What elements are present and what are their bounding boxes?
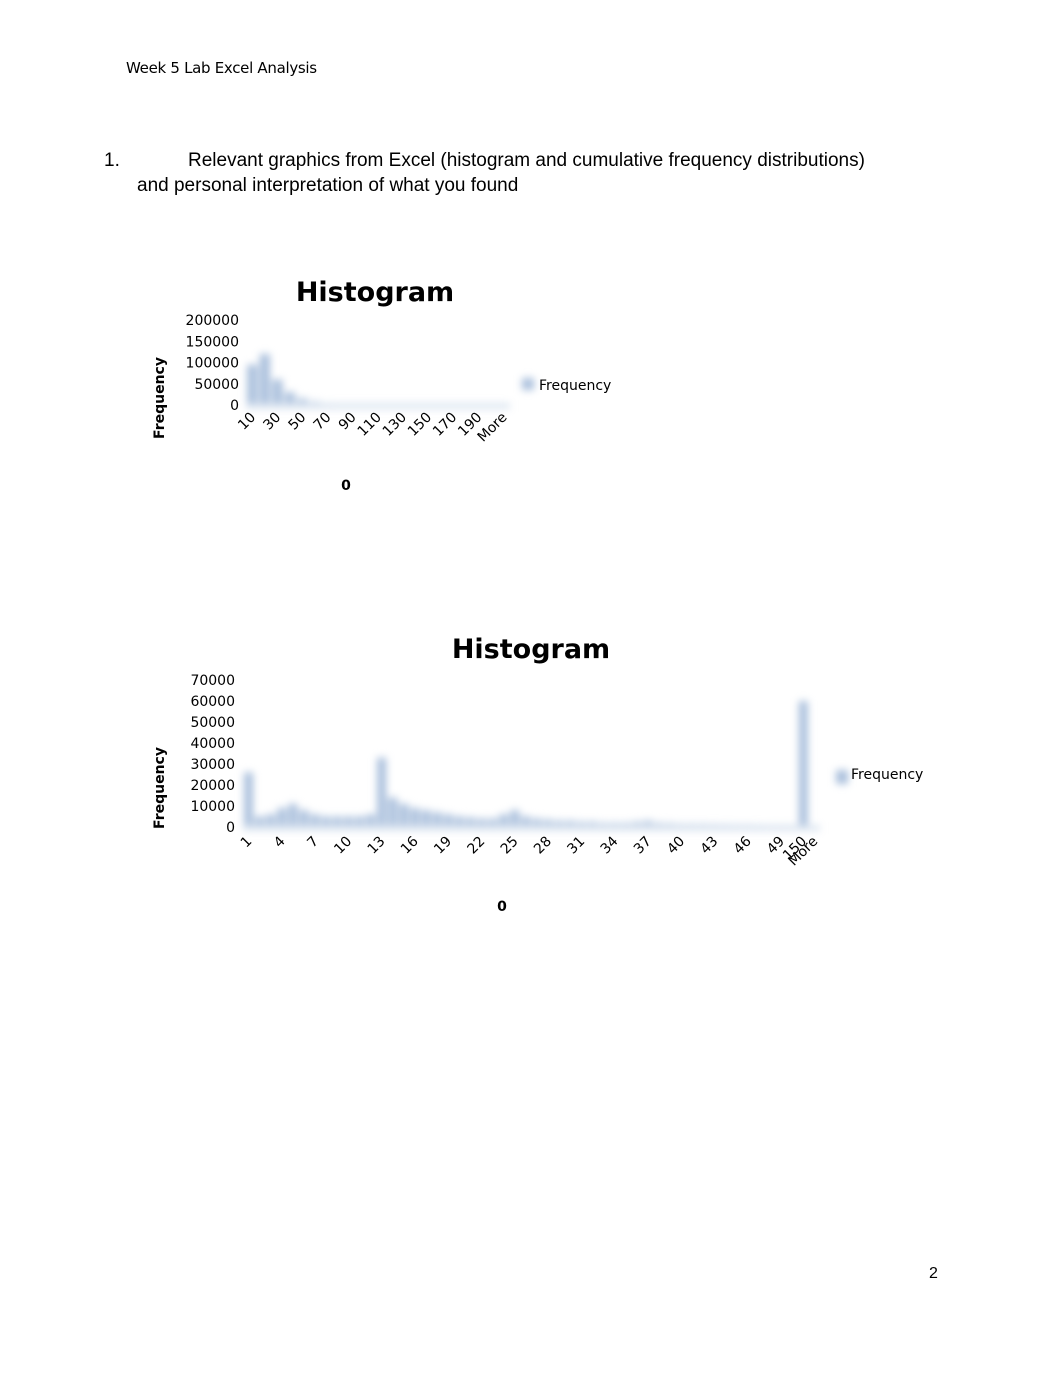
y-tick-label: 150000 [186, 334, 239, 350]
x-tick-label: 37 [631, 834, 655, 858]
y-axis-label: Frequency [152, 747, 168, 829]
legend-label: Frequency [539, 378, 611, 394]
x-axis-label: 0 [497, 899, 507, 915]
document-header: Week 5 Lab Excel Analysis [126, 59, 317, 77]
x-axis-label: 0 [341, 478, 351, 494]
x-tick-label: 34 [598, 833, 622, 857]
legend-label: Frequency [851, 767, 923, 783]
histogram-bar [388, 797, 398, 827]
x-tick-label: 13 [365, 834, 389, 858]
histogram-chart-2: Histogram Frequency 0 70000 60000 50000 400… [140, 630, 940, 920]
x-tick-label: 28 [531, 834, 555, 858]
x-tick-label: 19 [431, 834, 455, 858]
histogram-bar [277, 808, 287, 827]
y-tick-label: 50000 [194, 377, 239, 393]
question-number: 1. [104, 150, 120, 171]
histogram-bar [410, 808, 420, 827]
y-tick-label: 60000 [190, 694, 235, 710]
x-tick-label: 22 [464, 834, 488, 858]
histogram-chart-2-svg: Histogram Frequency 0 700006000050000400… [152, 634, 923, 915]
histogram-bar [432, 812, 442, 827]
x-tick-label: 46 [731, 833, 755, 857]
legend-swatch [836, 770, 848, 784]
histogram-bar [288, 803, 298, 827]
y-tick-label: 200000 [186, 313, 239, 329]
x-tick-label: 170 [430, 410, 460, 440]
chart-title: Histogram [452, 634, 610, 665]
x-tick-label: More [785, 834, 821, 870]
x-tick-label: 50 [285, 410, 309, 434]
y-tick-label: 50000 [190, 715, 235, 731]
y-axis-label: Frequency [152, 357, 168, 439]
histogram-bar [399, 803, 409, 827]
question-text-line-1: Relevant graphics from Excel (histogram … [188, 150, 865, 171]
x-tick-label: 1 [238, 834, 256, 852]
x-tick-label: 40 [664, 834, 688, 858]
histogram-bar [377, 757, 387, 827]
chart-legend: Frequency [522, 378, 611, 394]
y-tick-label: 0 [230, 398, 239, 414]
histogram-chart-1-svg: Histogram Frequency 0 200000 150000 100000… [152, 277, 611, 494]
x-axis-line [246, 403, 510, 409]
y-tick-label: 40000 [190, 736, 235, 752]
x-tick-label: 16 [398, 833, 422, 857]
y-tick-label: 70000 [190, 673, 235, 689]
y-tick-label: 20000 [190, 778, 235, 794]
page-number: 2 [929, 1265, 938, 1282]
y-tick-label: 0 [226, 820, 235, 836]
x-tick-label: 31 [564, 834, 588, 858]
x-tick-label: 10 [331, 834, 355, 858]
x-axis-line [243, 825, 820, 831]
histogram-bar [247, 364, 258, 405]
x-tick-label: 130 [380, 410, 410, 440]
legend-swatch [522, 378, 534, 390]
x-tick-label: 7 [304, 834, 322, 852]
histogram-chart-1: Histogram Frequency 0 200000 150000 100000… [140, 270, 640, 500]
y-tick-label: 10000 [190, 799, 235, 815]
x-tick-label: 150 [405, 410, 435, 440]
x-tick-label: More [475, 410, 511, 446]
y-tick-label: 30000 [190, 757, 235, 773]
y-tick-label: 100000 [186, 356, 239, 372]
x-tick-label: 25 [498, 834, 522, 858]
x-tick-label: 30 [260, 410, 284, 434]
histogram-bar [259, 354, 270, 405]
x-tick-label: 110 [355, 410, 385, 440]
histogram-bar [299, 810, 309, 827]
chart-title: Histogram [296, 277, 454, 308]
histogram-bar [244, 772, 253, 827]
x-tick-label: 4 [271, 833, 289, 851]
histogram-bar [272, 379, 283, 405]
histogram-bar [798, 701, 808, 827]
histogram-bar [421, 810, 431, 827]
question-text-line-2: and personal interpretation of what you … [137, 175, 519, 196]
x-tick-label: 43 [697, 834, 721, 858]
x-tick-label: 70 [311, 410, 335, 434]
chart-legend: Frequency [836, 767, 923, 784]
histogram-bar [510, 810, 520, 827]
